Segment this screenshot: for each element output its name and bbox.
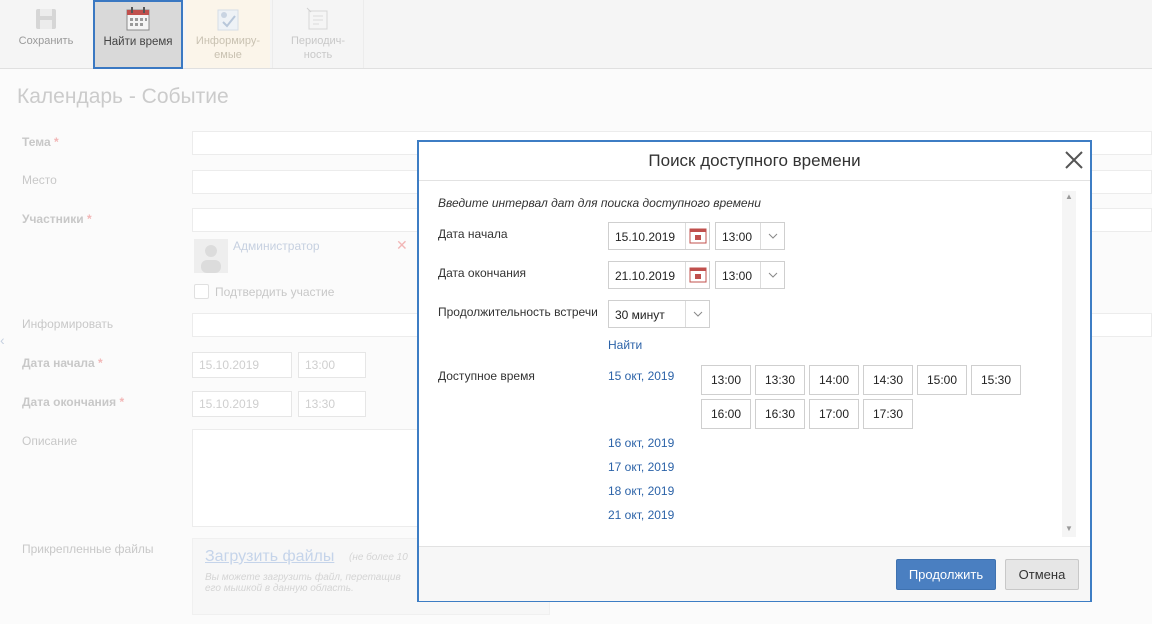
dialog-hint: Введите интервал дат для поиска доступно…: [438, 196, 761, 210]
description-input[interactable]: [192, 429, 434, 527]
find-link[interactable]: Найти: [608, 338, 642, 352]
duration-select[interactable]: 30 минут: [608, 300, 710, 328]
time-slot[interactable]: 15:30: [971, 365, 1021, 395]
inform-button[interactable]: Информиру- емые: [186, 0, 270, 68]
dialog-start-time[interactable]: 13:00: [715, 222, 785, 250]
inform-label-2: емые: [214, 49, 242, 61]
chevron-down-icon[interactable]: [685, 301, 710, 327]
upload-hint: Вы можете загрузить файл, перетащив его …: [205, 572, 401, 594]
dialog-header: Поиск доступного времени: [419, 142, 1090, 181]
dialog-footer: Продолжить Отмена: [419, 546, 1090, 601]
periodic-label-2: ность: [303, 49, 333, 61]
day-link[interactable]: 16 окт, 2019: [608, 436, 674, 450]
avatar-icon: [194, 239, 228, 273]
start-date-value: 15.10.2019: [615, 230, 676, 244]
find-time-dialog: Поиск доступного времени Введите интерва…: [417, 140, 1092, 602]
calendar-icon: [126, 7, 150, 31]
time-slot[interactable]: 13:00: [701, 365, 751, 395]
start-date-field[interactable]: 15.10.2019: [192, 352, 292, 378]
save-icon: [36, 9, 56, 29]
dialog-start-date[interactable]: 15.10.2019: [608, 222, 710, 250]
collapse-arrow-icon[interactable]: ‹: [0, 332, 10, 362]
day-link[interactable]: 15 окт, 2019: [608, 369, 674, 383]
chevron-down-icon[interactable]: [760, 223, 785, 249]
page-title: Календарь - Событие: [17, 85, 229, 108]
periodic-button[interactable]: Периодич- ность: [272, 0, 364, 68]
periodic-label-1: Периодич-: [290, 35, 346, 47]
end-date-field[interactable]: 15.10.2019: [192, 391, 292, 417]
inform-label: Информировать: [22, 317, 114, 331]
inform-icon: [217, 9, 239, 31]
start-label: Дата начала *: [22, 356, 103, 370]
day-link[interactable]: 18 окт, 2019: [608, 484, 674, 498]
close-icon[interactable]: [1063, 149, 1085, 171]
end-label: Дата окончания *: [22, 395, 125, 409]
attachments-label: Прикрепленные файлы: [22, 542, 154, 556]
save-label: Сохранить: [18, 35, 74, 47]
time-slot[interactable]: 14:00: [809, 365, 859, 395]
day-link[interactable]: 17 окт, 2019: [608, 460, 674, 474]
time-slot[interactable]: 13:30: [755, 365, 805, 395]
continue-button[interactable]: Продолжить: [896, 559, 996, 590]
find-time-label: Найти время: [103, 36, 173, 48]
place-label: Место: [22, 173, 57, 187]
time-slot[interactable]: 14:30: [863, 365, 913, 395]
dialog-end-time[interactable]: 13:00: [715, 261, 785, 289]
inform-label-1: Информиру-: [195, 35, 261, 47]
calendar-icon[interactable]: [685, 262, 710, 288]
end-time-value: 13:00: [722, 269, 753, 283]
dialog-title: Поиск доступного времени: [648, 151, 861, 170]
periodic-icon: [306, 7, 328, 30]
subject-label: Тема *: [22, 135, 59, 149]
scrollbar[interactable]: [1062, 191, 1076, 537]
available-label: Доступное время: [438, 369, 535, 383]
toolbar: Сохранить Найти время Информиру- емые Пе…: [0, 0, 1152, 69]
participants-label: Участники *: [22, 212, 92, 226]
chevron-down-icon[interactable]: [760, 262, 785, 288]
save-button[interactable]: Сохранить: [8, 0, 84, 68]
calendar-icon[interactable]: [685, 223, 710, 249]
description-label: Описание: [22, 434, 78, 448]
dialog-body: Введите интервал дат для поиска доступно…: [419, 181, 1090, 546]
end-date-value: 21.10.2019: [615, 269, 676, 283]
participant-name[interactable]: Администратор: [233, 239, 320, 253]
day-link[interactable]: 21 окт, 2019: [608, 508, 674, 522]
time-slot[interactable]: 17:00: [809, 399, 859, 429]
time-slot[interactable]: 16:30: [755, 399, 805, 429]
cancel-button[interactable]: Отмена: [1005, 559, 1079, 590]
dialog-end-label: Дата окончания: [438, 266, 527, 280]
remove-icon[interactable]: ✕: [396, 237, 408, 254]
time-slot[interactable]: 15:00: [917, 365, 967, 395]
start-time-value: 13:00: [722, 230, 753, 244]
upload-link[interactable]: Загрузить файлы: [205, 548, 334, 566]
find-time-button[interactable]: Найти время: [93, 0, 183, 69]
scroll-down-icon[interactable]: ▼: [1062, 523, 1076, 535]
start-time-field[interactable]: 13:00: [298, 352, 366, 378]
dialog-end-date[interactable]: 21.10.2019: [608, 261, 710, 289]
scroll-up-icon[interactable]: ▲: [1062, 191, 1076, 203]
end-time-field[interactable]: 13:30: [298, 391, 366, 417]
upload-note: (не более 10: [349, 552, 408, 563]
dialog-start-label: Дата начала: [438, 227, 508, 241]
confirm-checkbox[interactable]: [194, 284, 209, 299]
duration-value: 30 минут: [615, 308, 665, 322]
duration-label: Продолжительность встречи: [438, 305, 598, 319]
time-slot[interactable]: 16:00: [701, 399, 751, 429]
time-slot[interactable]: 17:30: [863, 399, 913, 429]
confirm-label: Подтвердить участие: [215, 285, 335, 299]
